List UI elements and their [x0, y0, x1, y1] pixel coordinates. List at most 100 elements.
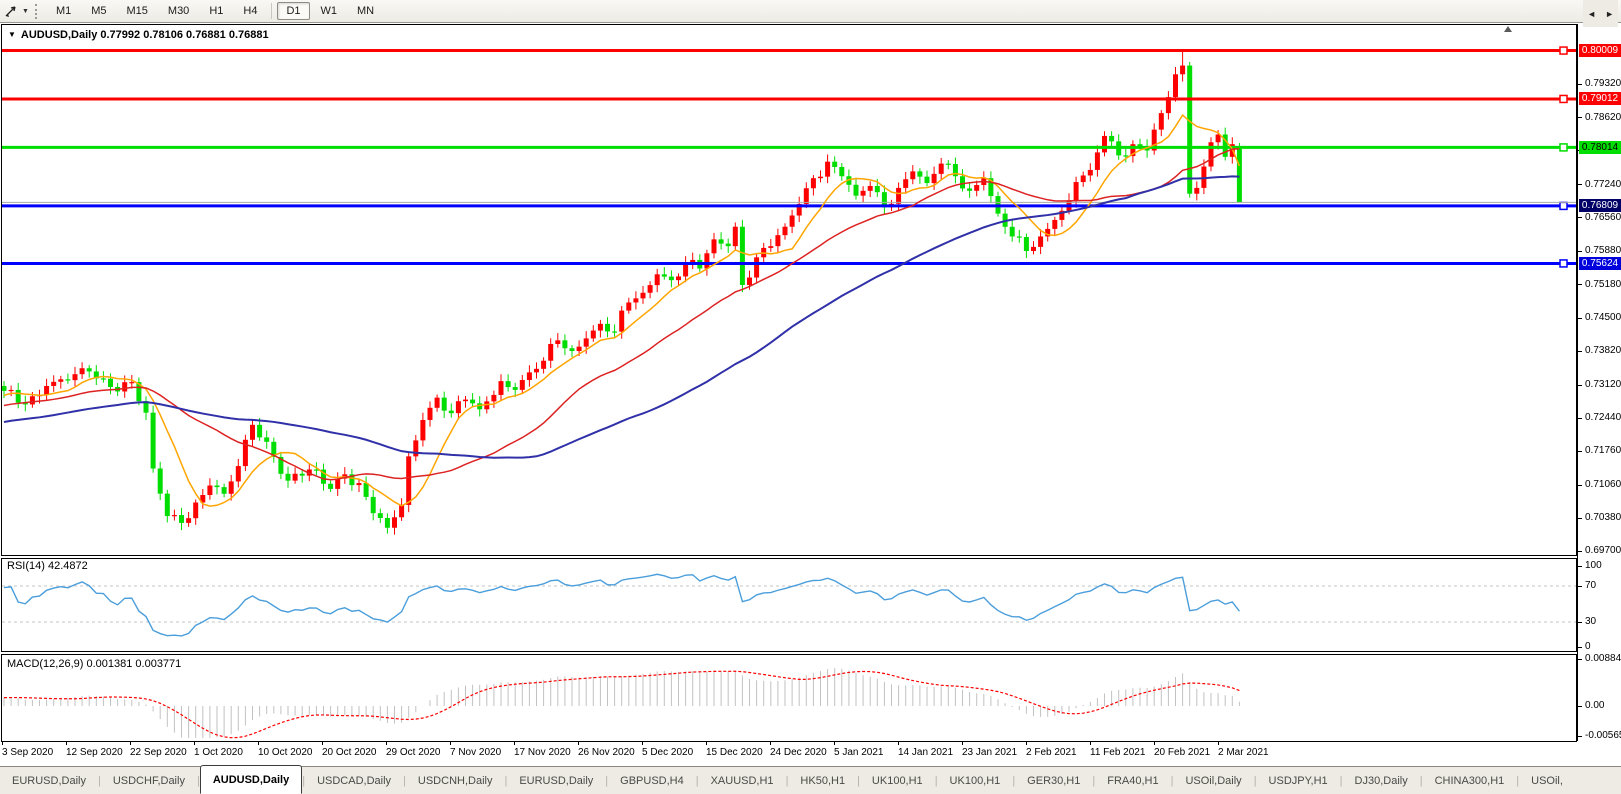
price-tick-label: 0.75180 — [1585, 279, 1621, 290]
tab-usoil-daily[interactable]: USOil,Daily — [1173, 767, 1253, 794]
candle-body — [385, 518, 390, 528]
date-tick-label: 12 Sep 2020 — [66, 747, 123, 758]
date-tick-label: 20 Feb 2021 — [1154, 747, 1210, 758]
candle-body — [16, 390, 21, 403]
tab-usdcad-daily[interactable]: USDCAD,Daily — [305, 767, 403, 794]
candle-body — [570, 348, 575, 351]
tab-usoil[interactable]: USOil, — [1519, 767, 1575, 794]
price-tick-label: 0.79320 — [1585, 78, 1621, 89]
macd-tick-label: 0.00884 — [1585, 653, 1621, 664]
candle-body — [328, 484, 333, 489]
tab-eurusd-daily[interactable]: EURUSD,Daily — [0, 767, 98, 794]
tab-fra40-h1[interactable]: FRA40,H1 — [1095, 767, 1170, 794]
tab-xauusd-h1[interactable]: XAUUSD,H1 — [699, 767, 786, 794]
candle-body — [633, 298, 638, 302]
candle-body — [51, 382, 56, 386]
timeframe-button-m15[interactable]: M15 — [118, 2, 157, 20]
candle-body — [435, 398, 440, 408]
candle-body — [854, 185, 859, 196]
tab-uk100-h1[interactable]: UK100,H1 — [860, 767, 935, 794]
tab-ger30-h1[interactable]: GER30,H1 — [1015, 767, 1092, 794]
timeframe-button-d1[interactable]: D1 — [277, 2, 309, 20]
tab-scroll-left-icon[interactable]: ◄ — [1587, 9, 1596, 19]
candle-body — [1102, 136, 1107, 152]
candle-body — [463, 400, 468, 402]
chart-title: ▼AUDUSD,Daily 0.77992 0.78106 0.76881 0.… — [8, 29, 269, 41]
level-line-handle[interactable] — [1560, 260, 1567, 267]
price-tick-label: 0.72440 — [1585, 412, 1621, 423]
candle-body — [1159, 113, 1164, 130]
level-line-handle[interactable] — [1560, 47, 1567, 54]
tab-usdchf-daily[interactable]: USDCHF,Daily — [101, 767, 197, 794]
tab-china300-h1[interactable]: CHINA300,H1 — [1423, 767, 1517, 794]
candle-body — [1081, 175, 1086, 182]
candle-body — [1052, 220, 1057, 229]
candle-body — [1109, 136, 1114, 141]
price-tick-label: 0.71760 — [1585, 445, 1621, 456]
tab-hk50-h1[interactable]: HK50,H1 — [788, 767, 857, 794]
tab-gbpusd-h4[interactable]: GBPUSD,H4 — [608, 767, 696, 794]
candle-body — [896, 188, 901, 204]
candle-body — [1024, 237, 1029, 251]
price-level-badge[interactable]: 0.79012 — [1579, 92, 1621, 105]
price-tick-mark — [1578, 385, 1582, 386]
candle-body — [1209, 142, 1214, 166]
candle-body — [101, 378, 106, 379]
candle-body — [598, 324, 603, 331]
candle-body — [1187, 66, 1192, 194]
tab-uk100-h1[interactable]: UK100,H1 — [938, 767, 1013, 794]
rsi-tick-label: 70 — [1585, 580, 1596, 591]
candle-body — [669, 277, 674, 281]
candle-body — [470, 400, 475, 404]
timeframe-button-m1[interactable]: M1 — [47, 2, 80, 20]
main-chart-canvas[interactable] — [2, 25, 1576, 553]
candle-body — [868, 186, 873, 191]
date-tick-label: 29 Oct 2020 — [386, 747, 440, 758]
tool-dropdown-icon[interactable]: ▼ — [22, 8, 29, 15]
level-line-handle[interactable] — [1560, 202, 1567, 209]
candle-body — [428, 408, 433, 420]
rsi-label: RSI(14) 42.4872 — [7, 560, 88, 572]
date-tick-label: 7 Nov 2020 — [450, 747, 501, 758]
crosshair-tool-icon[interactable] — [4, 4, 19, 19]
macd-canvas[interactable] — [2, 655, 1576, 739]
timeframe-button-m5[interactable]: M5 — [82, 2, 115, 20]
price-level-badge[interactable]: 0.78014 — [1579, 141, 1621, 154]
date-tick-mark — [1154, 741, 1155, 745]
rsi-tick-label: 100 — [1585, 560, 1602, 571]
candle-body — [811, 178, 816, 188]
timeframe-button-mn[interactable]: MN — [348, 2, 383, 20]
toolbar-grip-handle[interactable] — [35, 4, 40, 19]
candle-body — [250, 425, 255, 440]
price-level-badge[interactable]: 0.76809 — [1579, 199, 1621, 212]
candle-body — [925, 177, 930, 183]
candle-body — [832, 162, 837, 167]
candle-body — [974, 185, 979, 191]
timeframe-button-m30[interactable]: M30 — [159, 2, 198, 20]
candle-body — [30, 396, 35, 404]
candle-body — [406, 456, 411, 505]
timeframe-button-h4[interactable]: H4 — [234, 2, 266, 20]
tab-dj30-daily[interactable]: DJ30,Daily — [1343, 767, 1420, 794]
candle-body — [612, 331, 617, 332]
timeframe-button-h1[interactable]: H1 — [200, 2, 232, 20]
price-tick-mark — [1578, 551, 1582, 552]
candle-body — [236, 466, 241, 481]
tab-scroll-right-icon[interactable]: ► — [1605, 9, 1614, 19]
price-level-badge[interactable]: 0.75624 — [1579, 257, 1621, 270]
timeframe-button-w1[interactable]: W1 — [312, 2, 347, 20]
price-tick-label: 0.73120 — [1585, 379, 1621, 390]
tab-usdjpy-h1[interactable]: USDJPY,H1 — [1257, 767, 1340, 794]
collapse-chart-icon[interactable]: ▼ — [8, 30, 16, 39]
candle-body — [1031, 247, 1036, 251]
candle-body — [442, 398, 447, 411]
tab-audusd-daily[interactable]: AUDUSD,Daily — [200, 765, 302, 794]
level-line-handle[interactable] — [1560, 95, 1567, 102]
rsi-tick-mark — [1578, 622, 1582, 623]
price-level-badge[interactable]: 0.80009 — [1579, 44, 1621, 57]
price-tick-mark — [1578, 418, 1582, 419]
level-line-handle[interactable] — [1560, 144, 1567, 151]
rsi-canvas[interactable] — [2, 559, 1576, 649]
tab-eurusd-daily[interactable]: EURUSD,Daily — [507, 767, 605, 794]
tab-usdcnh-daily[interactable]: USDCNH,Daily — [406, 767, 505, 794]
